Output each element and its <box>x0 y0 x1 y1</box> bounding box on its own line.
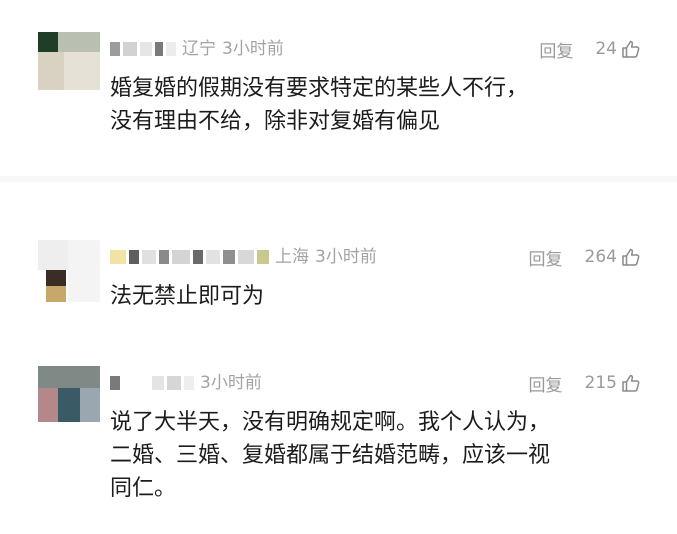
comment-meta: 3小时前 <box>110 372 262 394</box>
comment-text: 婚复婚的假期没有要求特定的某些人不行， 没有理由不给，除非对复婚有偏见 <box>110 76 529 134</box>
thumbs-up-icon[interactable] <box>621 373 641 393</box>
reply-button[interactable]: 回复 <box>529 371 563 396</box>
divider <box>0 176 677 182</box>
reply-button[interactable]: 回复 <box>529 245 563 270</box>
comment-actions: 回复 264 <box>529 245 641 270</box>
thumbs-up-icon[interactable] <box>621 247 641 267</box>
comment-meta: 上海 3小时前 <box>110 246 377 268</box>
comment-actions: 回复 215 <box>529 371 641 396</box>
comment-location: 上海 <box>275 247 309 267</box>
comment-location: 辽宁 <box>182 39 216 59</box>
comment-text: 法无禁止即可为 <box>110 284 265 309</box>
avatar[interactable] <box>38 366 100 422</box>
username-mosaic[interactable] <box>110 250 269 264</box>
comment-actions: 回复 24 <box>539 37 641 62</box>
comment-meta: 辽宁 3小时前 <box>110 38 284 60</box>
comment-text: 说了大半天，没有明确规定啊。我个人认为， 二婚、三婚、复婚都属于结婚范畴，应该一… <box>110 410 551 501</box>
comment-time: 3小时前 <box>315 247 377 267</box>
comment-time: 3小时前 <box>200 373 262 393</box>
thumbs-up-icon[interactable] <box>621 39 641 59</box>
like-count: 24 <box>595 39 617 59</box>
avatar[interactable] <box>38 32 100 90</box>
reply-button[interactable]: 回复 <box>539 37 573 62</box>
comment-time: 3小时前 <box>222 39 284 59</box>
avatar[interactable] <box>38 240 100 302</box>
like-count: 264 <box>584 247 617 267</box>
like-count: 215 <box>584 373 617 393</box>
username-mosaic[interactable] <box>110 376 194 390</box>
username-mosaic[interactable] <box>110 42 176 56</box>
